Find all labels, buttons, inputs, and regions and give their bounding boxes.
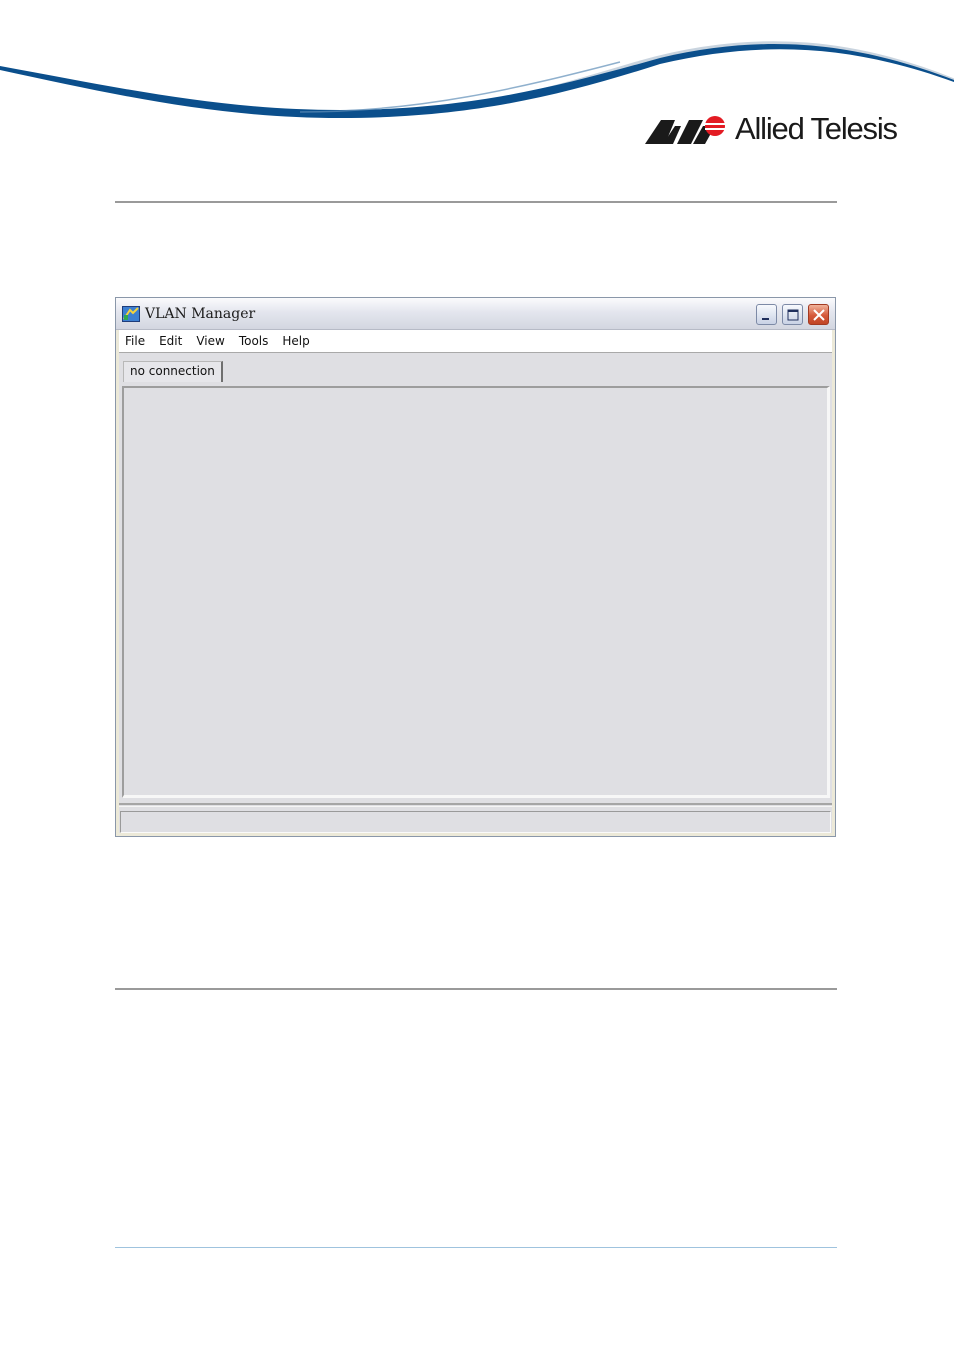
menu-help[interactable]: Help — [275, 334, 316, 348]
menu-view[interactable]: View — [189, 334, 231, 348]
footer-rule — [115, 1247, 837, 1248]
tab-no-connection[interactable]: no connection — [123, 361, 223, 382]
minimize-button[interactable] — [756, 304, 777, 325]
allied-telesis-mark-icon — [645, 116, 725, 144]
allied-telesis-logo: Allied Telesis — [645, 108, 898, 148]
maximize-icon — [787, 309, 799, 321]
menu-bar: File Edit View Tools Help — [119, 330, 832, 353]
menu-file[interactable]: File — [119, 334, 152, 348]
menu-edit[interactable]: Edit — [152, 334, 189, 348]
title-bar[interactable]: VLAN Manager — [116, 298, 835, 330]
close-icon — [813, 309, 825, 321]
minimize-icon — [762, 318, 769, 320]
brand-wordmark: Allied Telesis — [735, 110, 898, 146]
window-title: VLAN Manager — [145, 306, 256, 322]
menu-tools[interactable]: Tools — [232, 334, 276, 348]
status-divider-highlight — [119, 806, 832, 807]
status-bar — [120, 811, 831, 833]
status-divider — [119, 803, 832, 805]
maximize-button[interactable] — [782, 304, 803, 325]
client-area: no connection — [119, 353, 832, 833]
close-button[interactable] — [808, 304, 829, 325]
content-panel — [122, 386, 830, 798]
bottom-rule — [115, 988, 837, 990]
vlan-manager-icon — [122, 306, 140, 322]
vlan-manager-window: VLAN Manager File Edit View Tools Help n… — [115, 297, 836, 837]
top-rule — [115, 201, 837, 203]
